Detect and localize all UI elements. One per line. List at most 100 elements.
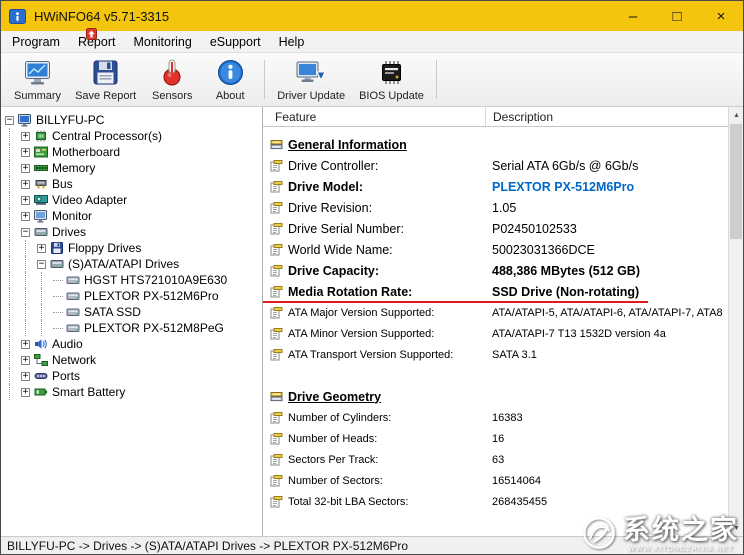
hdd-icon xyxy=(66,274,80,286)
detail-row-number-of-sectors[interactable]: Number of Sectors:16514064 xyxy=(263,470,728,491)
page-icon xyxy=(270,286,284,298)
feature-value: Serial ATA 6Gb/s @ 6Gb/s xyxy=(485,159,728,173)
vertical-scrollbar[interactable]: ▲ ▼ xyxy=(728,107,743,536)
toolbar-about-button[interactable]: About xyxy=(201,55,259,104)
menu-help[interactable]: Help xyxy=(270,31,314,53)
detail-row-number-of-cylinders[interactable]: Number of Cylinders:16383 xyxy=(263,407,728,428)
tree-leaf-stub xyxy=(53,320,66,336)
tree-item-s-ata-atapi-drives[interactable]: −(S)ATA/ATAPI Drives xyxy=(5,256,262,272)
menu-monitoring[interactable]: Monitoring xyxy=(124,31,200,53)
tree-item-billyfu-pc[interactable]: − BILLYFU-PC xyxy=(5,112,262,128)
expand-icon[interactable]: + xyxy=(21,180,30,189)
title-bar[interactable]: HWiNFO64 v5.71-3315 – □ × xyxy=(1,1,743,31)
tree-guide-line xyxy=(37,304,53,320)
collapse-icon[interactable]: − xyxy=(5,116,14,125)
detail-row-drive-revision[interactable]: Drive Revision:1.05 xyxy=(263,197,728,218)
close-button[interactable]: × xyxy=(699,1,743,31)
feature-value: SATA 3.1 xyxy=(485,349,728,361)
tree-item-central-processor-s[interactable]: +Central Processor(s) xyxy=(5,128,262,144)
tree-guide-line xyxy=(21,304,37,320)
detail-row-number-of-heads[interactable]: Number of Heads:16 xyxy=(263,428,728,449)
tree-item-drives[interactable]: −Drives xyxy=(5,224,262,240)
feature-label: Drive Revision: xyxy=(288,201,485,215)
tree-item-hgst-hts721010a9e630[interactable]: HGST HTS721010A9E630 xyxy=(5,272,262,288)
detail-row-ata-major-version-supported[interactable]: ATA Major Version Supported:ATA/ATAPI-5,… xyxy=(263,302,728,323)
tree-guide-line xyxy=(21,272,37,288)
scroll-down-icon[interactable]: ▼ xyxy=(729,520,744,536)
update-notification-badge[interactable] xyxy=(86,28,97,40)
detail-row-ata-transport-version-supported[interactable]: ATA Transport Version Supported:SATA 3.1 xyxy=(263,344,728,365)
feature-value: 63 xyxy=(485,454,728,466)
tree-item-bus[interactable]: + Bus xyxy=(5,176,262,192)
detail-row-media-rotation-rate[interactable]: Media Rotation Rate:SSD Drive (Non-rotat… xyxy=(263,281,728,302)
expand-icon[interactable]: + xyxy=(21,388,30,397)
tree-item-plextor-px-512m6pro[interactable]: PLEXTOR PX-512M6Pro xyxy=(5,288,262,304)
detail-row-ata-minor-version-supported[interactable]: ATA Minor Version Supported:ATA/ATAPI-7 … xyxy=(263,323,728,344)
detail-row-total-32-bit-lba-sectors[interactable]: Total 32-bit LBA Sectors:268435455 xyxy=(263,491,728,512)
feature-label: ATA Major Version Supported: xyxy=(288,307,485,319)
tree-guide-line xyxy=(21,256,37,272)
column-header-description[interactable]: Description xyxy=(485,107,553,126)
details-body: General InformationDrive Controller:Seri… xyxy=(263,127,728,536)
tree-item-floppy-drives[interactable]: +Floppy Drives xyxy=(5,240,262,256)
tree-item-label: PLEXTOR PX-512M8PeG xyxy=(84,321,224,335)
expand-icon[interactable]: + xyxy=(21,164,30,173)
toolbar-driver-update-button[interactable]: Driver Update xyxy=(270,55,352,104)
page-icon xyxy=(270,328,284,340)
detail-row-drive-model[interactable]: Drive Model:PLEXTOR PX-512M6Pro xyxy=(263,176,728,197)
minimize-button[interactable]: – xyxy=(611,1,655,31)
menu-program[interactable]: Program xyxy=(3,31,69,53)
toolbar-save-report-button[interactable]: Save Report xyxy=(68,55,143,104)
maximize-button[interactable]: □ xyxy=(655,1,699,31)
page-icon xyxy=(270,160,284,172)
memory-icon xyxy=(34,162,48,174)
feature-label: Drive Model: xyxy=(288,180,485,194)
detail-row-sectors-per-track[interactable]: Sectors Per Track:63 xyxy=(263,449,728,470)
scroll-thumb[interactable] xyxy=(730,124,742,239)
collapse-icon[interactable]: − xyxy=(37,260,46,269)
feature-label: Media Rotation Rate: xyxy=(288,285,485,299)
tree-item-plextor-px-512m8peg[interactable]: PLEXTOR PX-512M8PeG xyxy=(5,320,262,336)
tree-item-label: BILLYFU-PC xyxy=(36,113,104,127)
toolbar-sensors-button[interactable]: Sensors xyxy=(143,55,201,104)
expand-icon[interactable]: + xyxy=(37,244,46,253)
expand-icon[interactable]: + xyxy=(21,212,30,221)
tree-item-audio[interactable]: +Audio xyxy=(5,336,262,352)
expand-icon[interactable]: + xyxy=(21,148,30,157)
page-icon xyxy=(270,454,284,466)
feature-label: Drive Serial Number: xyxy=(288,222,485,236)
scroll-up-icon[interactable]: ▲ xyxy=(729,107,744,123)
detail-row-drive-capacity[interactable]: Drive Capacity:488,386 MBytes (512 GB) xyxy=(263,260,728,281)
tree-guide-line xyxy=(37,320,53,336)
expand-icon[interactable]: + xyxy=(21,356,30,365)
detail-row-drive-controller[interactable]: Drive Controller:Serial ATA 6Gb/s @ 6Gb/… xyxy=(263,155,728,176)
expand-icon[interactable]: + xyxy=(21,196,30,205)
tree-item-label: SATA SSD xyxy=(84,305,141,319)
tree-item-label: Bus xyxy=(52,177,73,191)
status-path: BILLYFU-PC -> Drives -> (S)ATA/ATAPI Dri… xyxy=(7,539,408,553)
collapse-icon[interactable]: − xyxy=(21,228,30,237)
tree-item-sata-ssd[interactable]: SATA SSD xyxy=(5,304,262,320)
tree-item-monitor[interactable]: +Monitor xyxy=(5,208,262,224)
audio-icon xyxy=(34,338,48,350)
tree-item-video-adapter[interactable]: +Video Adapter xyxy=(5,192,262,208)
detail-row-world-wide-name[interactable]: World Wide Name:50023031366DCE xyxy=(263,239,728,260)
expand-icon[interactable]: + xyxy=(21,372,30,381)
ports-icon xyxy=(34,370,48,382)
menu-esupport[interactable]: eSupport xyxy=(201,31,270,53)
page-icon xyxy=(270,181,284,193)
tree-guide-line xyxy=(5,144,21,160)
column-header-feature[interactable]: Feature xyxy=(263,110,316,124)
tree-item-ports[interactable]: +Ports xyxy=(5,368,262,384)
feature-value: 50023031366DCE xyxy=(485,243,728,257)
detail-row-drive-serial-number[interactable]: Drive Serial Number:P02450102533 xyxy=(263,218,728,239)
expand-icon[interactable]: + xyxy=(21,340,30,349)
tree-item-network[interactable]: +Network xyxy=(5,352,262,368)
toolbar-bios-update-button[interactable]: BIOS Update xyxy=(352,55,431,104)
tree-item-memory[interactable]: +Memory xyxy=(5,160,262,176)
toolbar-summary-button[interactable]: Summary xyxy=(7,55,68,104)
tree-item-smart-battery[interactable]: +Smart Battery xyxy=(5,384,262,400)
page-icon xyxy=(270,202,284,214)
tree-item-motherboard[interactable]: +Motherboard xyxy=(5,144,262,160)
expand-icon[interactable]: + xyxy=(21,132,30,141)
